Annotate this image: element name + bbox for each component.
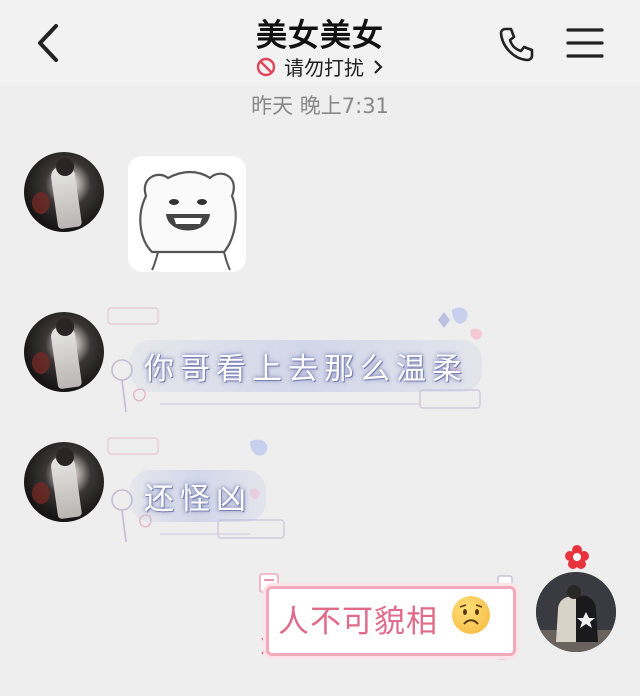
avatar-detail: [32, 352, 50, 374]
avatar-detail: [32, 482, 50, 504]
message-bubble[interactable]: 你哥看上去那么温柔: [130, 340, 482, 392]
avatar-head: [56, 448, 74, 466]
avatar-head: [56, 318, 74, 336]
my-avatar[interactable]: [536, 572, 616, 652]
contact-avatar[interactable]: [24, 152, 104, 232]
my-message-text: 人不可貌相: [278, 604, 438, 640]
avatar-detail: [32, 192, 50, 214]
phone-icon: [499, 27, 534, 62]
chat-title[interactable]: 美女美女: [0, 10, 640, 55]
chevron-right-icon: [374, 59, 383, 74]
call-button[interactable]: [496, 24, 536, 64]
message-timestamp: 昨天 晚上7:31: [251, 94, 389, 118]
bear-face-sticker[interactable]: [128, 156, 246, 272]
contact-avatar[interactable]: [24, 442, 104, 522]
avatar-head: [56, 158, 74, 176]
message-bubble[interactable]: 还怪凶: [130, 470, 266, 522]
menu-button[interactable]: [566, 26, 604, 60]
dnd-status[interactable]: 请勿打扰: [0, 52, 640, 81]
my-avatar-image: [536, 572, 616, 652]
dnd-label: 请勿打扰: [284, 56, 364, 80]
contact-avatar[interactable]: [24, 312, 104, 392]
sad-face-icon: [459, 604, 483, 625]
sad-face-emoji: [452, 596, 490, 634]
chat-header: 美女美女 请勿打扰: [0, 0, 640, 86]
bear-sticker-image: [139, 170, 237, 271]
do-not-disturb-icon: [256, 57, 276, 76]
menu-icon: [566, 28, 604, 58]
flower-icon: [565, 545, 589, 569]
